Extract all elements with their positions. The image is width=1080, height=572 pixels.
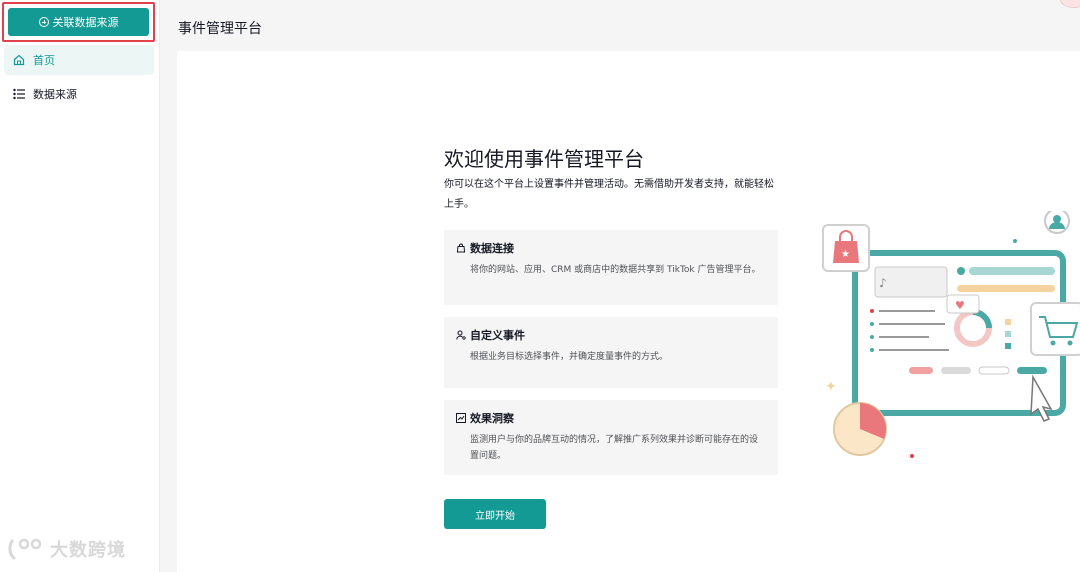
sidebar-item-home[interactable]: 首页 [4,45,154,75]
svg-text:★: ★ [841,249,850,260]
card-title: 自定义事件 [470,329,525,342]
feature-card-insights: 效果洞察 监测用户与你的品牌互动的情况，了解推广系列效果并诊断可能存在的设置问题… [444,400,778,475]
page-title: 事件管理平台 [178,21,262,37]
main-content: 欢迎使用事件管理平台 你可以在这个平台上设置事件并管理活动。无需借助开发者支持，… [177,51,1080,572]
sidebar-item-label: 首页 [33,54,55,67]
header: 事件管理平台 [160,0,1080,50]
sidebar-item-data-sources[interactable]: 数据来源 [4,79,154,109]
welcome-description: 你可以在这个平台上设置事件并管理活动。无需借助开发者支持，就能轻松上手。 [444,179,774,210]
home-icon [13,54,25,66]
trend-chart-icon [456,413,466,423]
connect-button-label: 关联数据来源 [52,16,119,29]
connect-data-source-button[interactable]: 关联数据来源 [8,8,149,36]
shopping-bag-icon [456,243,466,253]
list-icon [13,88,25,100]
watermark: 大数跨境 [8,536,126,562]
feature-card-data-connection: 数据连接 将你的网站、应用、CRM 或商店中的数据共享到 TikTok 广告管理… [444,230,778,305]
card-title: 效果洞察 [470,412,514,425]
watermark-logo-icon [8,538,42,560]
dashboard-illustration: ♪ ♥ ★ ✦ [817,208,1080,475]
welcome-title: 欢迎使用事件管理平台 [444,147,644,171]
connect-button-highlight: 关联数据来源 [2,2,155,42]
watermark-text: 大数跨境 [50,540,126,561]
feature-card-custom-events: 自定义事件 根据业务目标选择事件，并确定度量事件的方式。 [444,317,778,388]
card-body: 根据业务目标选择事件，并确定度量事件的方式。 [470,352,669,362]
card-body: 将你的网站、应用、CRM 或商店中的数据共享到 TikTok 广告管理平台。 [470,265,761,275]
sidebar-item-label: 数据来源 [33,88,77,101]
plus-circle-icon [38,17,49,27]
card-body: 监测用户与你的品牌互动的情况，了解推广系列效果并诊断可能存在的设置问题。 [470,435,759,461]
sidebar: 关联数据来源 首页 数据来源 [0,0,160,572]
svg-text:♥: ♥ [955,299,965,312]
card-title: 数据连接 [470,242,514,255]
user-settings-icon [456,330,466,340]
svg-text:♪: ♪ [879,276,887,290]
get-started-button[interactable]: 立即开始 [444,499,546,529]
svg-text:✦: ✦ [825,379,837,395]
